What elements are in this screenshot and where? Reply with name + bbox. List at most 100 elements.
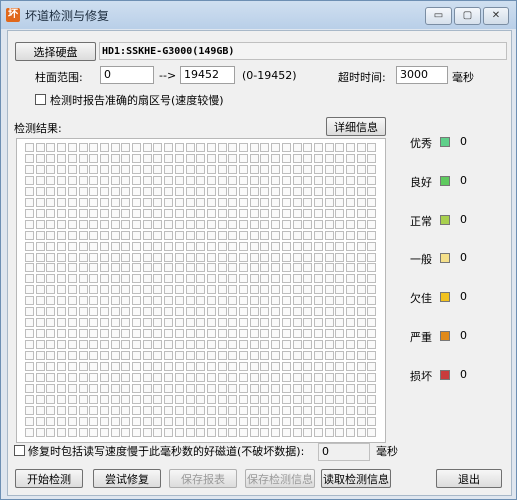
legend-count: 0 xyxy=(460,212,467,226)
grid-cell xyxy=(153,186,163,196)
grid-cell xyxy=(239,153,248,163)
range-end-input[interactable]: 19452 xyxy=(180,66,235,84)
grid-cell xyxy=(346,383,355,393)
save-scan-info-button[interactable]: 保存检测信息 xyxy=(245,469,315,488)
grid-cell xyxy=(121,307,131,317)
grid-cell xyxy=(132,285,141,295)
grid-cell xyxy=(346,219,355,229)
grid-cell xyxy=(121,340,131,350)
grid-cell xyxy=(185,394,195,404)
grid-cell xyxy=(153,219,163,229)
grid-cell xyxy=(313,307,323,317)
start-scan-button[interactable]: 开始检测 xyxy=(15,469,83,488)
grid-cell xyxy=(324,219,334,229)
grid-cell xyxy=(356,219,366,229)
grid-cell xyxy=(89,307,99,317)
report-sector-checkbox[interactable] xyxy=(35,94,46,105)
grid-cell xyxy=(153,351,163,361)
grid-cell xyxy=(356,372,366,382)
grid-cell xyxy=(303,208,313,218)
grid-cell xyxy=(57,296,67,306)
grid-cell xyxy=(249,208,259,218)
try-repair-button[interactable]: 尝试修复 xyxy=(93,469,161,488)
grid-cell xyxy=(303,340,313,350)
grid-cell xyxy=(121,405,131,415)
grid-cell xyxy=(67,153,77,163)
repair-slow-checkbox[interactable] xyxy=(14,445,25,456)
grid-cell xyxy=(67,383,77,393)
range-start-input[interactable]: 0 xyxy=(100,66,154,84)
grid-cell xyxy=(132,307,141,317)
grid-cell xyxy=(153,263,163,273)
legend-swatch-icon xyxy=(440,369,450,380)
grid-cell xyxy=(78,186,88,196)
grid-cell xyxy=(335,307,345,317)
grid-cell xyxy=(196,252,206,262)
grid-cell xyxy=(303,164,313,174)
grid-cell xyxy=(206,362,216,371)
grid-cell xyxy=(57,383,67,393)
grid-cell xyxy=(228,197,238,207)
grid-cell xyxy=(78,383,88,393)
maximize-button[interactable]: ▢ xyxy=(454,7,481,25)
repair-slow-input[interactable]: 0 xyxy=(318,443,370,461)
grid-cell xyxy=(67,230,77,240)
grid-cell xyxy=(324,405,334,415)
grid-cell xyxy=(67,329,77,339)
grid-cell xyxy=(249,197,259,207)
grid-cell xyxy=(292,208,302,218)
grid-cell xyxy=(228,219,238,229)
exit-button[interactable]: 退出 xyxy=(436,469,502,488)
grid-cell xyxy=(57,263,67,273)
grid-cell xyxy=(78,372,88,382)
grid-cell xyxy=(99,164,109,174)
grid-cell xyxy=(356,296,366,306)
grid-cell xyxy=(35,219,45,229)
grid-cell xyxy=(153,241,163,251)
grid-cell xyxy=(25,274,34,284)
grid-cell xyxy=(110,186,120,196)
detail-info-button[interactable]: 详细信息 xyxy=(326,117,386,136)
grid-cell xyxy=(367,274,377,284)
select-disk-button[interactable]: 选择硬盘 xyxy=(15,42,96,61)
grid-cell xyxy=(164,263,174,273)
title-bar[interactable]: 坏 坏道检测与修复 ▭ ▢ ✕ xyxy=(1,1,516,29)
grid-cell xyxy=(25,405,34,415)
grid-cell xyxy=(249,274,259,284)
grid-cell xyxy=(46,362,56,371)
grid-cell xyxy=(249,263,259,273)
minimize-button[interactable]: ▭ xyxy=(425,7,452,25)
grid-cell xyxy=(185,175,195,185)
grid-cell xyxy=(281,340,291,350)
grid-cell xyxy=(121,143,131,152)
grid-cell xyxy=(313,219,323,229)
grid-cell xyxy=(292,219,302,229)
close-button[interactable]: ✕ xyxy=(483,7,509,25)
grid-cell xyxy=(142,427,152,437)
window-title: 坏道检测与修复 xyxy=(25,9,110,23)
grid-cell xyxy=(132,219,141,229)
grid-cell xyxy=(206,296,216,306)
grid-cell xyxy=(196,274,206,284)
grid-cell xyxy=(367,351,377,361)
grid-cell xyxy=(303,143,313,152)
save-report-button[interactable]: 保存报表 xyxy=(169,469,237,488)
grid-cell xyxy=(335,219,345,229)
read-scan-info-button[interactable]: 读取检测信息 xyxy=(321,469,391,488)
grid-cell xyxy=(335,186,345,196)
timeout-input[interactable]: 3000 xyxy=(396,66,448,84)
grid-cell xyxy=(335,285,345,295)
grid-cell xyxy=(99,372,109,382)
grid-cell xyxy=(185,197,195,207)
grid-cell xyxy=(346,351,355,361)
grid-cell xyxy=(57,208,67,218)
grid-cell xyxy=(57,252,67,262)
grid-cell xyxy=(78,427,88,437)
grid-cell xyxy=(356,274,366,284)
grid-cell xyxy=(132,263,141,273)
grid-cell xyxy=(260,252,270,262)
grid-cell xyxy=(78,219,88,229)
grid-cell xyxy=(292,197,302,207)
grid-cell xyxy=(281,285,291,295)
grid-cell xyxy=(292,143,302,152)
